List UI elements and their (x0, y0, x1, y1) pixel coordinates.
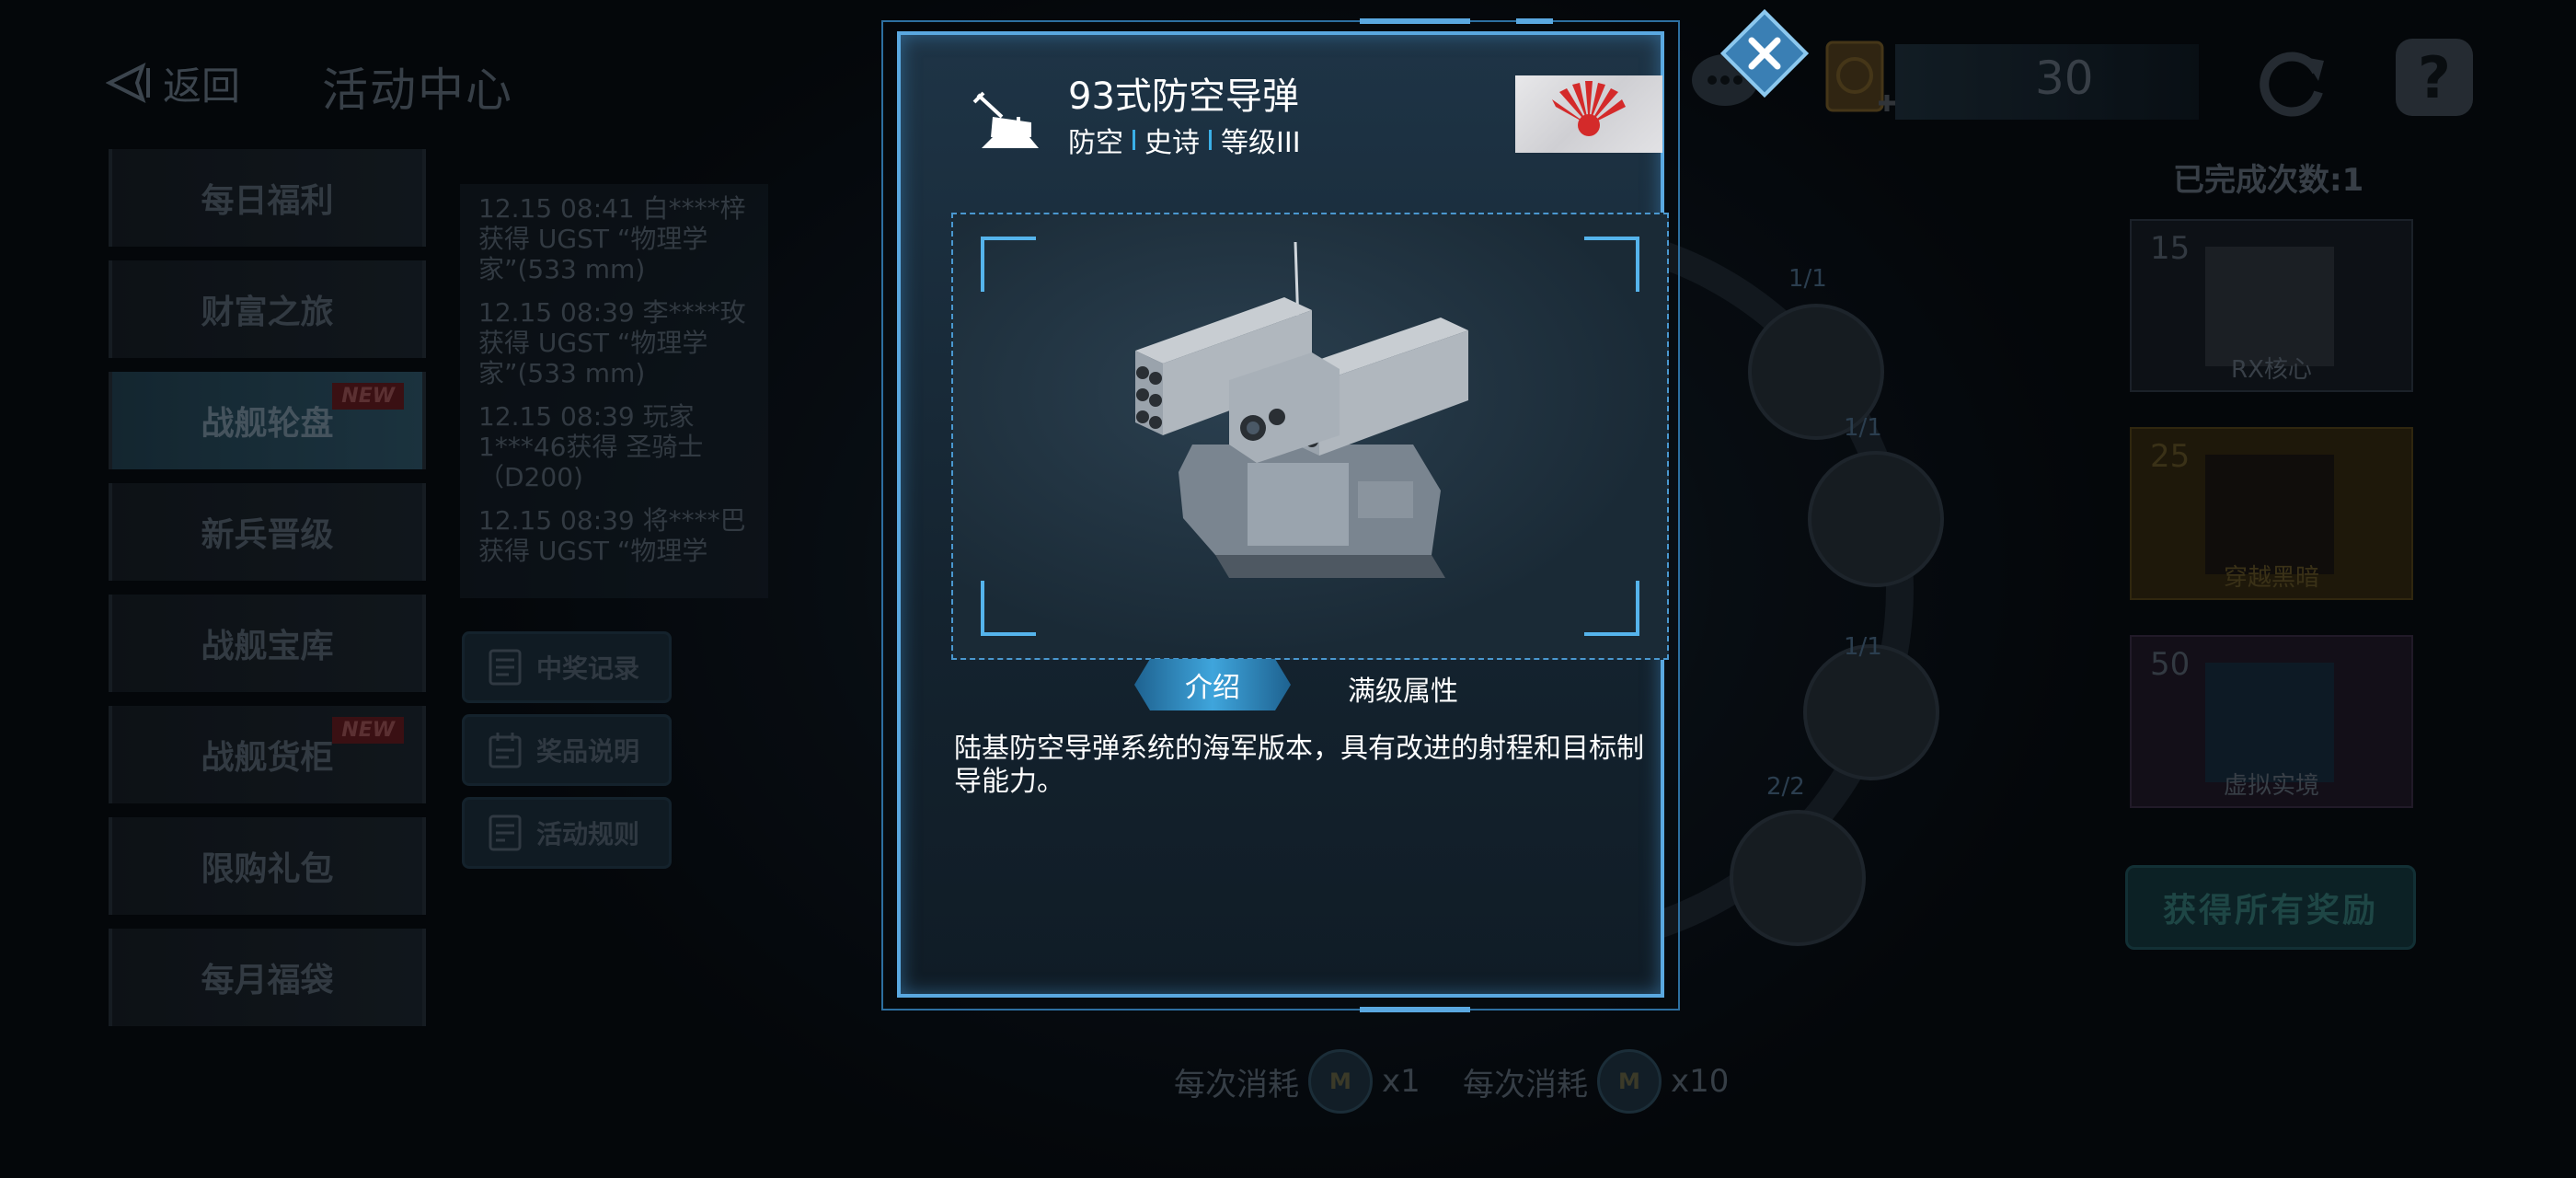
item-name: 93式防空导弹 (1068, 75, 1299, 118)
frame-corner (981, 237, 1036, 292)
frame-corner (1584, 581, 1639, 636)
item-tags: 防空 史诗 等级III (1068, 120, 1301, 160)
frame-corner (1584, 237, 1639, 292)
close-icon[interactable] (1719, 7, 1811, 99)
modal-notch (1360, 1007, 1470, 1012)
rising-sun-flag-icon (1552, 81, 1626, 136)
item-detail-modal: 93式防空导弹 防空 史诗 等级III 介绍 满级属性 陆基防空导弹系统的海军版… (881, 18, 1680, 1012)
tab-intro[interactable]: 介绍 (1134, 659, 1291, 710)
missile-launcher-model (1135, 241, 1468, 578)
anti-air-icon (972, 91, 1039, 148)
tab-max-attributes[interactable]: 满级属性 (1348, 668, 1458, 709)
modal-notch (1360, 18, 1470, 24)
frame-corner (981, 581, 1036, 636)
modal-panel: 93式防空导弹 防空 史诗 等级III 介绍 满级属性 陆基防空导弹系统的海军版… (897, 31, 1669, 998)
tag-separator (1209, 130, 1212, 150)
item-rarity: 史诗 (1144, 127, 1200, 159)
item-description: 陆基防空导弹系统的海军版本，具有改进的射程和目标制导能力。 (954, 733, 1644, 798)
item-type: 防空 (1068, 127, 1123, 159)
item-preview (951, 213, 1669, 660)
item-level: 等级III (1221, 127, 1301, 159)
nation-flag (1515, 75, 1662, 153)
tag-separator (1133, 130, 1135, 150)
modal-notch (1516, 18, 1553, 24)
